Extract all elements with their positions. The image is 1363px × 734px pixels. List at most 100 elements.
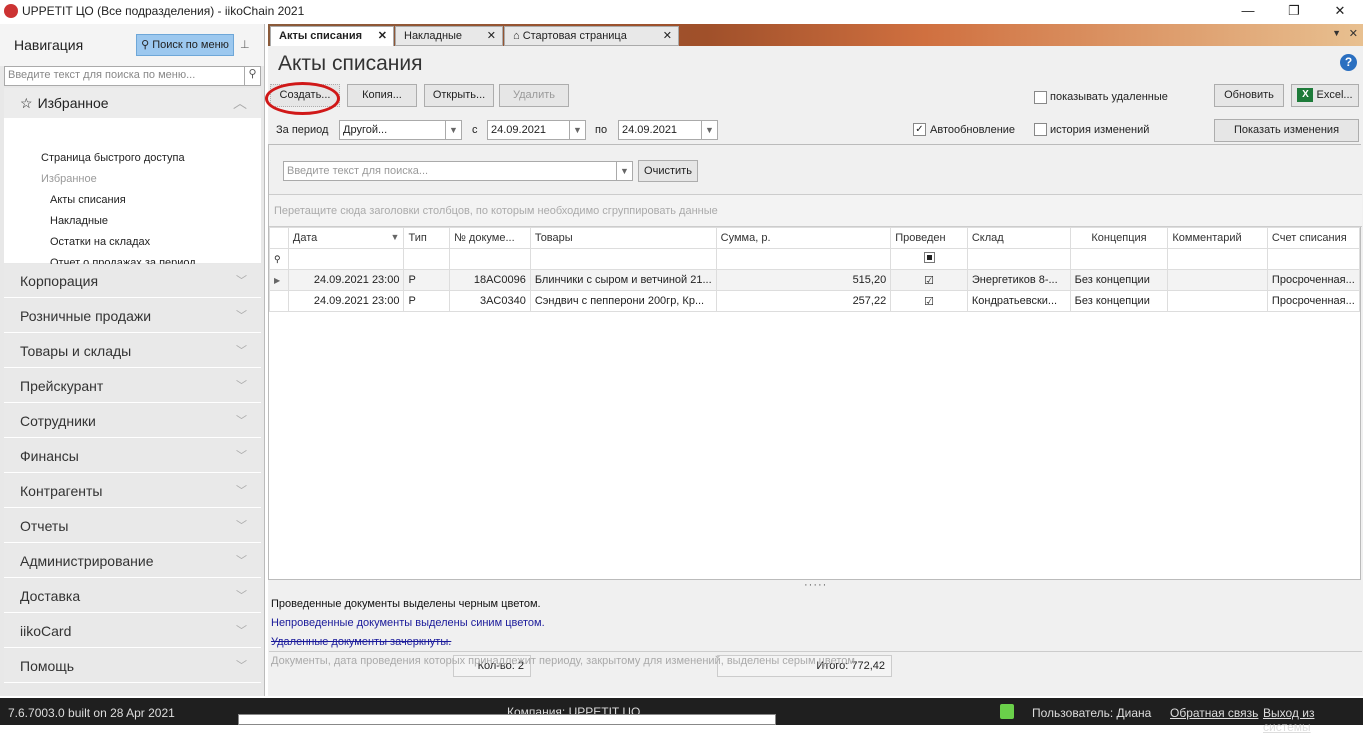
fav-item-write-offs[interactable]: Акты списания [50,194,126,206]
calendar-dropdown-icon[interactable]: ▼ [701,121,717,139]
chevron-down-icon: ﹀ [236,345,247,357]
copy-button[interactable]: Копия... [347,84,417,107]
tab-label: Накладные [404,30,463,42]
fav-item-stock[interactable]: Остатки на складах [50,236,150,248]
splitter-handle[interactable]: ····· [804,579,827,591]
write-offs-page: Акты списания ? Создать... Копия... Откр… [265,46,1363,696]
close-button[interactable]: ✕ [1317,0,1363,22]
column-header-sum[interactable]: Сумма, р. [715,227,892,249]
nav-section[interactable]: Помощь ﹀ [4,649,261,683]
nav-section[interactable]: Отчеты ﹀ [4,509,261,543]
posted-filter-checkbox[interactable] [890,248,968,270]
search-icon[interactable]: ⚲ [244,67,260,85]
chevron-down-icon: ﹀ [236,520,247,532]
column-header-concept[interactable]: Концепция [1069,227,1169,249]
menu-search-input[interactable]: Введите текст для поиска по меню... ⚲ [4,66,261,86]
nav-section[interactable]: Доставка ﹀ [4,579,261,613]
nav-section[interactable]: Сотрудники ﹀ [4,404,261,438]
delete-button[interactable]: Удалить [499,84,569,107]
nav-section-label: Помощь [20,658,75,674]
column-header-store[interactable]: Склад [966,227,1071,249]
date-to-input[interactable]: 24.09.2021 ▼ [618,120,718,140]
autorefresh-checkbox[interactable]: ✓ [913,123,926,136]
nav-section[interactable]: Контрагенты ﹀ [4,474,261,508]
maximize-button[interactable]: ❐ [1271,0,1317,22]
cell-date: 24.09.2021 23:00 [287,269,405,291]
nav-section[interactable]: iikoCard ﹀ [4,614,261,648]
grid-search-input[interactable]: Введите текст для поиска... ▼ [283,161,633,181]
filter-cell[interactable] [449,248,531,270]
chevron-down-icon: ﹀ [236,275,247,287]
filter-cell[interactable] [1266,248,1361,270]
filter-cell[interactable] [529,248,717,270]
logout-link[interactable]: Выход из системы [1263,706,1314,734]
refresh-button[interactable]: Обновить [1214,84,1284,107]
cell-concept: Без концепции [1069,269,1169,291]
open-button[interactable]: Открыть... [424,84,494,107]
calendar-dropdown-icon[interactable]: ▼ [569,121,585,139]
column-header-type[interactable]: Тип [403,227,451,249]
nav-section-label: Товары и склады [20,343,132,359]
favorites-header[interactable]: ☆ Избранное ︿ [4,88,261,118]
chevron-down-icon[interactable]: ▼ [445,121,461,139]
cell-store: Энергетиков 8-... [966,269,1071,291]
excel-button[interactable]: X Excel... [1291,84,1359,107]
row-pointer-icon: ▶ [269,269,289,291]
date-from-input[interactable]: 24.09.2021 ▼ [487,120,586,140]
column-header-goods[interactable]: Товары [529,227,717,249]
excel-label: Excel... [1316,89,1353,101]
filter-cell[interactable] [966,248,1071,270]
column-header-account[interactable]: Счет списания [1266,227,1361,249]
help-icon[interactable]: ? [1340,54,1357,71]
history-label: история изменений [1050,124,1150,136]
show-changes-button[interactable]: Показать изменения [1214,119,1359,142]
tab-start-page[interactable]: ⌂ Стартовая страница ✕ [504,26,679,46]
filter-cell[interactable] [1069,248,1169,270]
filter-cell[interactable] [1167,248,1268,270]
close-all-icon[interactable]: ✕ [1349,27,1358,40]
tab-list-icon[interactable]: ▼ [1332,28,1341,38]
minimize-button[interactable]: — [1225,0,1271,22]
pin-icon[interactable]: ⊥ [240,38,250,51]
cell-comment [1167,290,1268,312]
feedback-link[interactable]: Обратная связь [1170,706,1258,720]
show-deleted-checkbox[interactable] [1034,91,1047,104]
nav-section[interactable]: Прейскурант ﹀ [4,369,261,403]
tab-invoices[interactable]: Накладные ✕ [395,26,503,46]
fav-item-quick-access[interactable]: Страница быстрого доступа [41,152,185,164]
tab-write-offs[interactable]: Акты списания ✕ [270,26,394,46]
to-label: по [595,124,608,136]
close-icon[interactable]: ✕ [663,27,672,45]
chevron-down-icon[interactable]: ▼ [616,162,632,180]
page-title: Акты списания [278,52,423,75]
fav-item-invoices[interactable]: Накладные [50,215,108,227]
column-header-posted[interactable]: Проведен [890,227,968,249]
row-indicator-header [269,227,289,249]
cell-type: P [403,290,451,312]
cell-sum: 515,20 [715,269,892,291]
chevron-down-icon: ﹀ [236,555,247,567]
filter-cell[interactable] [715,248,892,270]
period-select[interactable]: Другой... ▼ [339,120,462,140]
period-label: За период [276,124,329,136]
column-header-comment[interactable]: Комментарий [1167,227,1268,249]
table-row[interactable]: ▶ 24.09.2021 23:00 P 18AC0096 Блинчики с… [269,269,1361,291]
clear-button[interactable]: Очистить [638,160,698,182]
column-header-date[interactable]: Дата ▼ [287,227,405,249]
nav-section[interactable]: Финансы ﹀ [4,439,261,473]
nav-section[interactable]: Товары и склады ﹀ [4,334,261,368]
tab-label: Акты списания [279,30,363,42]
chevron-down-icon: ﹀ [236,660,247,672]
column-header-number[interactable]: № докуме... [449,227,531,249]
close-icon[interactable]: ✕ [487,27,496,45]
menu-search-button[interactable]: ⚲ Поиск по меню [136,34,234,56]
close-icon[interactable]: ✕ [378,27,387,45]
table-row[interactable]: 24.09.2021 23:00 P 3AC0340 Сэндвич с пеп… [269,290,1361,312]
cell-posted-checkbox: ☑ [890,269,968,291]
history-checkbox[interactable] [1034,123,1047,136]
filter-cell[interactable] [287,248,405,270]
filter-cell[interactable] [403,248,451,270]
nav-section[interactable]: Администрирование ﹀ [4,544,261,578]
nav-section[interactable]: Корпорация ﹀ [4,264,261,298]
nav-section[interactable]: Розничные продажи ﹀ [4,299,261,333]
